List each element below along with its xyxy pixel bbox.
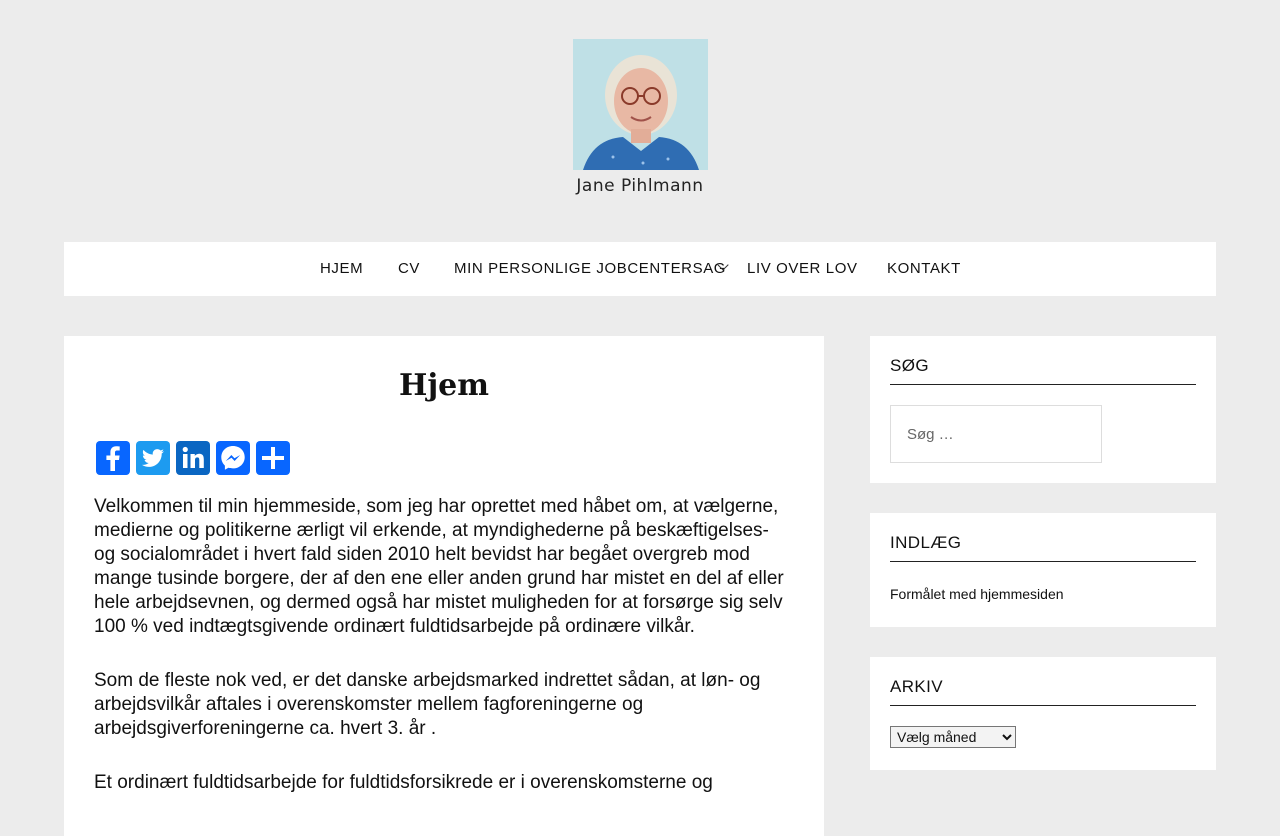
plus-share-icon bbox=[256, 441, 290, 475]
search-widget: SØG bbox=[870, 336, 1216, 483]
linkedin-icon bbox=[176, 441, 210, 475]
site-title: Jane Pihlmann bbox=[576, 176, 704, 196]
nav-item-kontakt[interactable]: KONTAKT bbox=[887, 242, 961, 296]
facebook-share-button[interactable] bbox=[96, 441, 130, 475]
share-button[interactable] bbox=[256, 441, 290, 475]
paragraph: Velkommen til min hjemmeside, som jeg ha… bbox=[94, 496, 784, 637]
archive-widget-title: ARKIV bbox=[890, 677, 1196, 706]
nav-item-cv[interactable]: CV bbox=[398, 242, 420, 296]
site-logo-photo[interactable] bbox=[573, 39, 708, 170]
nav-item-hjem[interactable]: HJEM bbox=[320, 242, 363, 296]
paragraph: Som de fleste nok ved, er det danske arb… bbox=[94, 670, 761, 739]
nav-item-liv-over-lov[interactable]: LIV OVER LOV bbox=[747, 242, 858, 296]
search-widget-title: SØG bbox=[890, 356, 1196, 385]
posts-widget: INDLÆG Formålet med hjemmesiden bbox=[870, 513, 1216, 627]
posts-widget-title: INDLÆG bbox=[890, 533, 1196, 562]
main-navigation: HJEM CV MIN PERSONLIGE JOBCENTERSAG LIV … bbox=[64, 242, 1216, 296]
page-title: Hjem bbox=[398, 368, 490, 403]
search-input[interactable] bbox=[890, 405, 1102, 463]
nav-item-min-personlige-jobcentersag[interactable]: MIN PERSONLIGE JOBCENTERSAG bbox=[454, 242, 726, 296]
site-header: Jane Pihlmann bbox=[0, 0, 1280, 242]
twitter-icon bbox=[136, 441, 170, 475]
messenger-share-button[interactable] bbox=[216, 441, 250, 475]
paragraph: Et ordinært fuldtidsarbejde for fuldtids… bbox=[94, 772, 713, 793]
twitter-share-button[interactable] bbox=[136, 441, 170, 475]
messenger-icon bbox=[216, 441, 250, 475]
archive-month-select[interactable]: Vælg måned bbox=[890, 726, 1016, 748]
facebook-icon bbox=[96, 441, 130, 475]
portrait-image bbox=[573, 39, 708, 170]
archive-widget: ARKIV Vælg måned bbox=[870, 657, 1216, 770]
post-link[interactable]: Formålet med hjemmesiden bbox=[890, 586, 1064, 602]
linkedin-share-button[interactable] bbox=[176, 441, 210, 475]
